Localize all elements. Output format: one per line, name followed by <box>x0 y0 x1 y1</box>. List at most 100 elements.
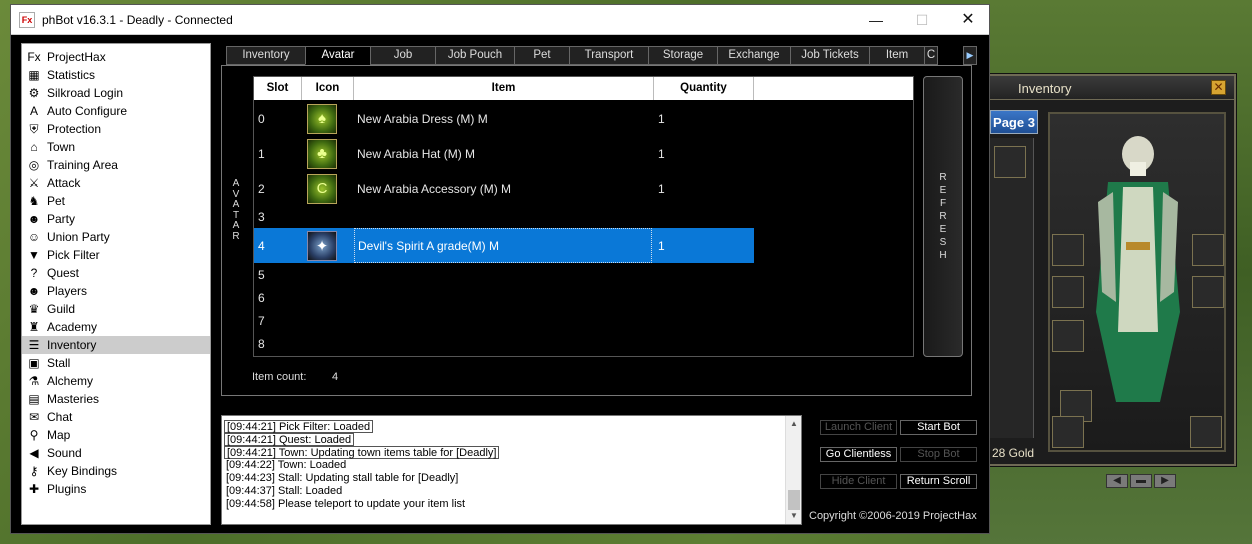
hide-client-button[interactable]: Hide Client <box>820 474 897 489</box>
game-inventory-titlebar: Inventory ✕ <box>990 76 1234 100</box>
start-bot-button[interactable]: Start Bot <box>900 420 977 435</box>
devil-spirit-icon: ✦ <box>307 230 337 261</box>
item-name-cell <box>354 332 652 355</box>
tab-job-tickets[interactable]: Job Tickets <box>790 46 870 65</box>
return-scroll-button[interactable]: Return Scroll <box>900 474 977 489</box>
quantity-cell <box>658 332 748 355</box>
sidebar-item-stall[interactable]: ▣ Stall <box>22 354 210 372</box>
scroll-up-icon[interactable]: ▲ <box>786 416 801 432</box>
auto-configure-icon: A <box>29 104 38 118</box>
log-scrollbar[interactable]: ▲ ▼ <box>785 416 801 524</box>
game-prev-button[interactable]: ◀ <box>1106 474 1128 488</box>
tab-c[interactable]: C <box>924 46 938 65</box>
sidebar-item-town[interactable]: ⌂ Town <box>22 138 210 156</box>
table-row[interactable]: 0 ♠ New Arabia Dress (M) M 1 <box>254 101 913 136</box>
game-equip-slot[interactable] <box>1192 234 1224 266</box>
training-area-icon: ◎ <box>28 158 40 172</box>
game-equip-slot[interactable] <box>1192 276 1224 308</box>
sidebar-item-label: Players <box>47 284 88 298</box>
sidebar-item-party[interactable]: ☻ Party <box>22 210 210 228</box>
table-row[interactable]: 2 C New Arabia Accessory (M) M 1 <box>254 171 913 206</box>
tab-item[interactable]: Item <box>869 46 925 65</box>
tab-exchange[interactable]: Exchange <box>717 46 791 65</box>
sidebar-item-attack[interactable]: ⚔ Attack <box>22 174 210 192</box>
quantity-cell: 1 <box>658 146 665 161</box>
sidebar-item-guild[interactable]: ♛ Guild <box>22 300 210 318</box>
item-name-cell: New Arabia Dress (M) M <box>357 111 488 126</box>
tab-pet[interactable]: Pet <box>514 46 570 65</box>
game-inventory-slots <box>990 138 1034 438</box>
sidebar-item-union-party[interactable]: ☺ Union Party <box>22 228 210 246</box>
sidebar-item-players[interactable]: ☻ Players <box>22 282 210 300</box>
game-equip-slot[interactable] <box>1190 416 1222 448</box>
sidebar-item-label: ProjectHax <box>47 50 106 64</box>
game-next-button[interactable]: ▶ <box>1154 474 1176 488</box>
game-equip-slot[interactable] <box>1052 276 1084 308</box>
log-line: [09:44:23] Stall: Updating stall table f… <box>226 472 459 484</box>
sidebar-item-silkroad-login[interactable]: ⚙ Silkroad Login <box>22 84 210 102</box>
tab-storage[interactable]: Storage <box>648 46 718 65</box>
launch-client-button[interactable]: Launch Client <box>820 420 897 435</box>
sidebar-item-training-area[interactable]: ◎ Training Area <box>22 156 210 174</box>
refresh-button[interactable]: R E F R E S H <box>923 76 963 357</box>
tab-job-pouch[interactable]: Job Pouch <box>435 46 515 65</box>
tab-transport[interactable]: Transport <box>569 46 649 65</box>
sidebar-item-sound[interactable]: ◀ Sound <box>22 444 210 462</box>
sidebar-item-alchemy[interactable]: ⚗ Alchemy <box>22 372 210 390</box>
tab-inventory[interactable]: Inventory <box>226 46 306 65</box>
quantity-cell: 1 <box>658 111 665 126</box>
sidebar-item-projecthax[interactable]: Fx ProjectHax <box>22 48 210 66</box>
inventory-icon: ☰ <box>28 338 40 352</box>
minimize-button[interactable]: — <box>853 5 899 35</box>
sidebar-item-academy[interactable]: ♜ Academy <box>22 318 210 336</box>
game-item-slot[interactable] <box>994 146 1026 178</box>
column-header-quantity[interactable]: Quantity <box>654 77 754 100</box>
game-page-tab[interactable]: Page 3 <box>990 110 1038 134</box>
quest-icon: ? <box>30 266 38 280</box>
table-row[interactable]: 6 <box>254 286 913 309</box>
game-equip-slot[interactable] <box>1052 320 1084 352</box>
tab-scroll-right-icon[interactable]: ▶ <box>963 46 977 65</box>
table-row[interactable]: 8 <box>254 332 913 355</box>
slot-cell: 0 <box>258 111 265 126</box>
sidebar-item-auto-configure[interactable]: A Auto Configure <box>22 102 210 120</box>
scroll-down-icon[interactable]: ▼ <box>786 508 801 524</box>
sidebar-item-quest[interactable]: ? Quest <box>22 264 210 282</box>
tab-avatar[interactable]: Avatar <box>305 46 371 65</box>
close-button[interactable]: ✕ <box>945 5 991 35</box>
sidebar-item-masteries[interactable]: ▤ Masteries <box>22 390 210 408</box>
table-row[interactable]: 1 ♣ New Arabia Hat (M) M 1 <box>254 136 913 171</box>
scroll-thumb[interactable] <box>788 490 800 510</box>
sidebar-item-label: Academy <box>47 320 98 334</box>
sidebar-item-key-bindings[interactable]: ⚷ Key Bindings <box>22 462 210 480</box>
game-close-icon[interactable]: ✕ <box>1211 80 1226 95</box>
table-row[interactable]: 5 <box>254 263 913 286</box>
log-box[interactable]: [09:44:21] Pick Filter: Loaded [09:44:21]… <box>221 415 802 525</box>
table-row[interactable]: 7 <box>254 309 913 332</box>
item-name-cell <box>354 206 652 228</box>
sidebar-item-inventory[interactable]: ☰ Inventory <box>22 336 210 354</box>
tab-job[interactable]: Job <box>370 46 436 65</box>
sidebar-item-protection[interactable]: ⛨ Protection <box>22 120 210 138</box>
sidebar-item-pick-filter[interactable]: ▼ Pick Filter <box>22 246 210 264</box>
stop-bot-button[interactable]: Stop Bot <box>900 447 977 462</box>
pet-icon: ♞ <box>28 194 40 208</box>
maximize-button[interactable]: ☐ <box>899 5 945 35</box>
log-line: [09:44:21] Quest: Loaded <box>224 433 355 446</box>
sidebar-item-pet[interactable]: ♞ Pet <box>22 192 210 210</box>
sidebar-item-map[interactable]: ⚲ Map <box>22 426 210 444</box>
column-header-item[interactable]: Item <box>354 77 654 100</box>
game-equip-slot[interactable] <box>1052 234 1084 266</box>
go-clientless-button[interactable]: Go Clientless <box>820 447 897 462</box>
table-row[interactable]: 3 <box>254 206 913 228</box>
table-row[interactable]: 4 ✦ Devil's Spirit A grade(M) M 1 <box>254 228 913 263</box>
game-equip-slot[interactable] <box>1052 416 1084 448</box>
game-middle-button[interactable]: ▬ <box>1130 474 1152 488</box>
sidebar-item-chat[interactable]: ✉ Chat <box>22 408 210 426</box>
game-gold-label: 28 Gold <box>990 444 1037 462</box>
sidebar-item-statistics[interactable]: ▦ Statistics <box>22 66 210 84</box>
column-header-icon[interactable]: Icon <box>302 77 354 100</box>
sidebar-item-plugins[interactable]: ✚ Plugins <box>22 480 210 498</box>
sidebar-item-label: Party <box>47 212 76 226</box>
column-header-slot[interactable]: Slot <box>254 77 302 100</box>
